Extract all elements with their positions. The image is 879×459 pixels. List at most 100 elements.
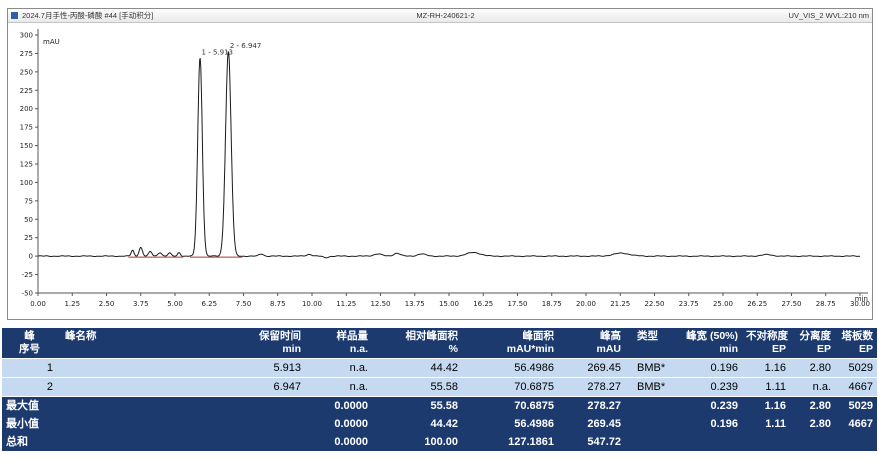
y-tick-label: 50: [24, 216, 33, 224]
column-header-peak_no: 峰序号: [2, 328, 57, 358]
cell-peak_name: [57, 378, 142, 396]
cell-retention_time: [142, 415, 305, 433]
cell-area: 127.1861: [462, 433, 558, 451]
y-tick-label: 100: [20, 179, 33, 187]
table-row[interactable]: 总和0.0000100.00127.1861547.72: [2, 433, 877, 451]
y-tick-label: 150: [20, 142, 33, 150]
cell-resolution: 2.80: [790, 397, 835, 415]
cell-asymmetry: 1.11: [742, 378, 790, 396]
sample-title: 2024.7月手性-丙酸-磷酸 #44 [手动积分]: [22, 10, 302, 21]
cell-asymmetry: 1.16: [742, 397, 790, 415]
y-tick-label: 175: [20, 124, 33, 132]
cell-area: 56.4986: [462, 415, 558, 433]
cell-type: [625, 415, 681, 433]
cell-type: BMB*: [625, 359, 681, 377]
chromatogram-header: 2024.7月手性-丙酸-磷酸 #44 [手动积分] MZ-RH-240621-…: [8, 9, 872, 23]
cell-height: 547.72: [558, 433, 625, 451]
cell-height: 269.45: [558, 415, 625, 433]
cell-width_50: 0.196: [681, 415, 742, 433]
cell-height: 278.27: [558, 378, 625, 396]
x-tick-label: 6.25: [201, 300, 217, 308]
cell-resolution: 2.80: [790, 415, 835, 433]
x-tick-label: 5.00: [167, 300, 183, 308]
column-header-area: 峰面积mAU*min: [462, 328, 558, 358]
cell-rel_area: 55.58: [372, 378, 462, 396]
x-tick-label: 13.75: [405, 300, 425, 308]
x-tick-label: 28.75: [816, 300, 836, 308]
chromatogram-trace: [38, 51, 860, 258]
x-tick-label: 21.25: [610, 300, 630, 308]
y-axis-unit-label: mAU: [43, 38, 60, 46]
column-header-asymmetry: 不对称度EP: [742, 328, 790, 358]
column-header-retention_time: 保留时间min: [142, 328, 305, 358]
cell-peak_no: 总和: [2, 433, 57, 451]
cell-asymmetry: 1.16: [742, 359, 790, 377]
column-header-peak_name: 峰名称: [57, 328, 142, 358]
x-tick-label: 10.00: [302, 300, 322, 308]
x-tick-label: 15.00: [439, 300, 459, 308]
cell-retention_time: 6.947: [142, 378, 305, 396]
x-tick-label: 20.00: [576, 300, 596, 308]
cell-peak_no: 2: [2, 378, 57, 396]
y-tick-label: 125: [20, 161, 33, 169]
table-row[interactable]: 26.947n.a.55.5870.6875278.27BMB*0.2391.1…: [2, 378, 877, 397]
cell-area: 70.6875: [462, 378, 558, 396]
table-row[interactable]: 最小值0.000044.4256.4986269.450.1961.112.80…: [2, 415, 877, 433]
cell-plates: 5029: [835, 359, 877, 377]
y-tick-label: -50: [22, 290, 33, 298]
y-tick-label: 275: [20, 50, 33, 58]
cell-amount: 0.0000: [305, 433, 372, 451]
cell-area: 70.6875: [462, 397, 558, 415]
column-header-plates: 塔板数EP: [835, 328, 877, 358]
cell-rel_area: 44.42: [372, 415, 462, 433]
cell-peak_no: 最大值: [2, 397, 57, 415]
x-axis-unit-label: min: [855, 295, 868, 303]
cell-retention_time: [142, 397, 305, 415]
integration-results-table: 峰序号峰名称保留时间min样品量n.a.相对峰面积%峰面积mAU*min峰高mA…: [2, 328, 877, 451]
cell-rel_area: 44.42: [372, 359, 462, 377]
signal-color-chip: [11, 12, 18, 19]
x-tick-label: 16.25: [473, 300, 493, 308]
x-tick-label: 3.75: [133, 300, 149, 308]
cell-peak_no: 最小值: [2, 415, 57, 433]
column-header-resolution: 分离度EP: [790, 328, 835, 358]
chromatogram-plot[interactable]: -50-250255075100125150175200225250275300…: [8, 23, 873, 319]
y-tick-label: 200: [20, 105, 33, 113]
x-tick-label: 18.75: [542, 300, 562, 308]
cell-peak_name: [57, 397, 142, 415]
cell-amount: n.a.: [305, 378, 372, 396]
cell-area: 56.4986: [462, 359, 558, 377]
table-row[interactable]: 15.913n.a.44.4256.4986269.45BMB*0.1961.1…: [2, 359, 877, 378]
cell-amount: 0.0000: [305, 415, 372, 433]
y-tick-label: 225: [20, 87, 33, 95]
x-tick-label: 22.50: [644, 300, 664, 308]
injection-name: MZ-RH-240621-2: [306, 11, 586, 20]
x-tick-label: 11.25: [336, 300, 356, 308]
cell-peak_name: [57, 415, 142, 433]
peak-label: 2 - 6.947: [230, 42, 261, 50]
cell-width_50: 0.239: [681, 397, 742, 415]
cell-resolution: n.a.: [790, 378, 835, 396]
cell-height: 269.45: [558, 359, 625, 377]
y-tick-label: 250: [20, 68, 33, 76]
cell-rel_area: 55.58: [372, 397, 462, 415]
cell-width_50: 0.239: [681, 378, 742, 396]
peak-label: 1 - 5.913: [202, 49, 233, 57]
y-tick-label: 300: [20, 32, 33, 40]
column-header-height: 峰高mAU: [558, 328, 625, 358]
y-tick-label: 0: [29, 253, 33, 261]
cell-type: [625, 397, 681, 415]
detector-channel-label: UV_VIS_2 WVL:210 nm: [589, 11, 869, 20]
cell-amount: n.a.: [305, 359, 372, 377]
cell-plates: 4667: [835, 415, 877, 433]
cell-width_50: 0.196: [681, 359, 742, 377]
chromatogram-panel: 2024.7月手性-丙酸-磷酸 #44 [手动积分] MZ-RH-240621-…: [7, 8, 873, 320]
x-tick-label: 27.50: [781, 300, 801, 308]
table-header-row: 峰序号峰名称保留时间min样品量n.a.相对峰面积%峰面积mAU*min峰高mA…: [2, 328, 877, 359]
y-tick-label: -25: [22, 271, 33, 279]
cell-retention_time: 5.913: [142, 359, 305, 377]
chromatography-report: 2024.7月手性-丙酸-磷酸 #44 [手动积分] MZ-RH-240621-…: [0, 8, 879, 451]
cell-asymmetry: [742, 433, 790, 451]
table-row[interactable]: 最大值0.000055.5870.6875278.270.2391.162.80…: [2, 397, 877, 415]
x-tick-label: 17.50: [507, 300, 527, 308]
